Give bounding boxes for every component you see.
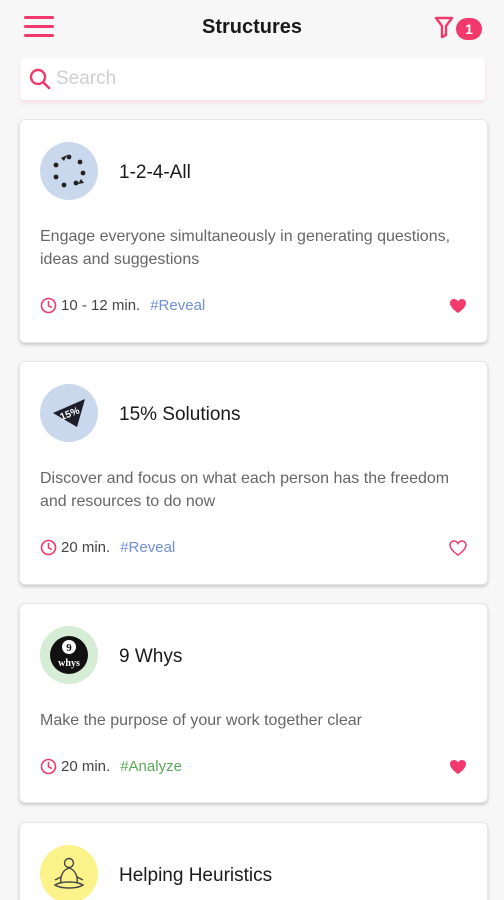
- card-duration: 10 - 12 min.: [61, 297, 141, 314]
- structure-card-1-2-4-all[interactable]: 1-2-4-All Engage everyone simultaneously…: [19, 119, 488, 343]
- search-input[interactable]: [56, 65, 466, 93]
- structure-card-9-whys[interactable]: 9 whys 9 Whys Make the purpose of your w…: [19, 603, 488, 803]
- structure-card-15-percent-solutions[interactable]: 15% 15% Solutions Discover and focus on …: [19, 361, 488, 585]
- card-meta: 20 min. #Analyze: [40, 758, 182, 775]
- card-tag[interactable]: #Reveal: [120, 539, 175, 556]
- app-header: Structures 1: [0, 0, 504, 56]
- card-tag[interactable]: #Reveal: [150, 297, 205, 314]
- structure-card-helping-heuristics[interactable]: Helping Heuristics: [19, 822, 488, 900]
- card-title: 9 Whys: [119, 646, 183, 667]
- card-duration: 20 min.: [61, 758, 111, 775]
- clock-icon: [40, 297, 57, 314]
- card-description: Make the purpose of your work together c…: [40, 712, 362, 729]
- svg-text:9: 9: [66, 642, 72, 654]
- favorite-heart-filled-icon[interactable]: [449, 298, 467, 314]
- clock-icon: [40, 758, 57, 775]
- 15-percent-pennant-icon: 15%: [40, 384, 98, 442]
- dots-arrows-icon: [40, 142, 98, 200]
- card-title: Helping Heuristics: [119, 865, 273, 886]
- svg-text:whys: whys: [58, 658, 80, 669]
- card-duration: 20 min.: [61, 539, 111, 556]
- card-title: 1-2-4-All: [119, 162, 191, 183]
- 9-whys-ball-icon: 9 whys: [40, 626, 98, 684]
- search-icon: [29, 68, 51, 90]
- card-meta: 20 min. #Reveal: [40, 539, 175, 556]
- clock-icon: [40, 539, 57, 556]
- meditating-figure-icon: [40, 845, 98, 900]
- card-tag[interactable]: #Analyze: [120, 758, 182, 775]
- page-title: Structures: [201, 16, 303, 38]
- card-description: Discover and focus on what each person h…: [40, 470, 450, 510]
- card-meta: 10 - 12 min. #Reveal: [40, 297, 205, 314]
- card-title: 15% Solutions: [119, 404, 241, 425]
- favorite-heart-outline-icon[interactable]: [449, 540, 467, 556]
- filter-button[interactable]: 1: [434, 15, 486, 43]
- filter-icon: [434, 16, 454, 39]
- filter-count-badge: 1: [456, 18, 482, 40]
- search-bar: [20, 58, 485, 100]
- favorite-heart-filled-icon[interactable]: [449, 759, 467, 775]
- card-description: Engage everyone simultaneously in genera…: [40, 228, 451, 268]
